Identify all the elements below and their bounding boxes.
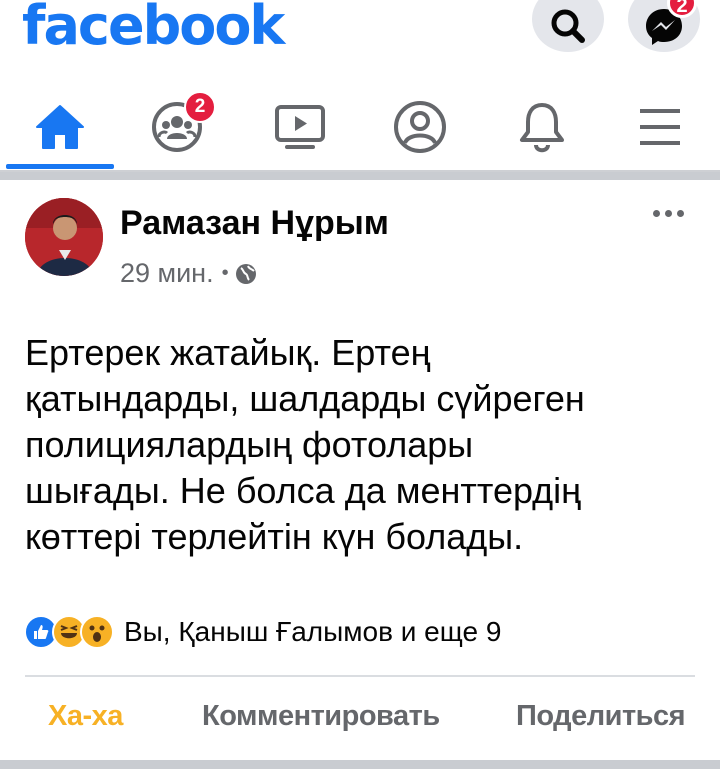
home-icon <box>36 105 84 149</box>
menu-icon <box>640 109 680 145</box>
haha-reaction-button[interactable]: Ха-ха <box>48 700 123 733</box>
active-tab-indicator <box>6 164 114 169</box>
profile-icon <box>394 101 446 153</box>
tab-notifications[interactable] <box>487 88 597 166</box>
post-meta: 29 мин. • <box>120 258 257 289</box>
wow-icon <box>80 615 114 649</box>
feed-separator <box>0 760 720 769</box>
bell-icon <box>520 103 564 153</box>
search-button[interactable] <box>532 0 604 52</box>
groups-badge: 2 <box>184 91 216 123</box>
globe-icon <box>235 263 256 284</box>
more-dot-icon <box>652 209 660 217</box>
more-dot-icon <box>664 209 672 217</box>
post-time[interactable]: 29 мин. <box>120 258 214 289</box>
more-dot-icon <box>676 209 684 217</box>
reactions-text: Вы, Қаныш Ғалымов и еще 9 <box>124 616 502 647</box>
tab-profile[interactable] <box>365 88 475 166</box>
divider <box>25 675 695 677</box>
tab-bar <box>0 88 720 170</box>
tab-home[interactable] <box>5 88 115 166</box>
reactions-summary[interactable]: Вы, Қаныш Ғалымов и еще 9 <box>24 612 501 652</box>
tab-watch[interactable] <box>245 88 355 166</box>
comment-button[interactable]: Комментировать <box>202 700 440 733</box>
more-options-button[interactable] <box>646 198 690 228</box>
avatar[interactable] <box>25 198 103 276</box>
video-icon <box>275 105 325 149</box>
feed-separator <box>0 172 720 180</box>
avatar-photo-icon <box>25 198 103 276</box>
top-bar: facebook 2 <box>0 0 720 80</box>
post-author[interactable]: Рамазан Нұрым <box>120 204 389 243</box>
meta-separator: • <box>221 262 229 284</box>
search-icon <box>551 9 585 43</box>
facebook-logo[interactable]: facebook <box>22 0 285 57</box>
share-button[interactable]: Поделиться <box>516 700 686 733</box>
tab-menu[interactable] <box>605 88 715 166</box>
post-text: Ертерек жатайық. Ертең қатындарды, шалда… <box>25 332 585 557</box>
tab-groups[interactable] <box>122 88 232 166</box>
